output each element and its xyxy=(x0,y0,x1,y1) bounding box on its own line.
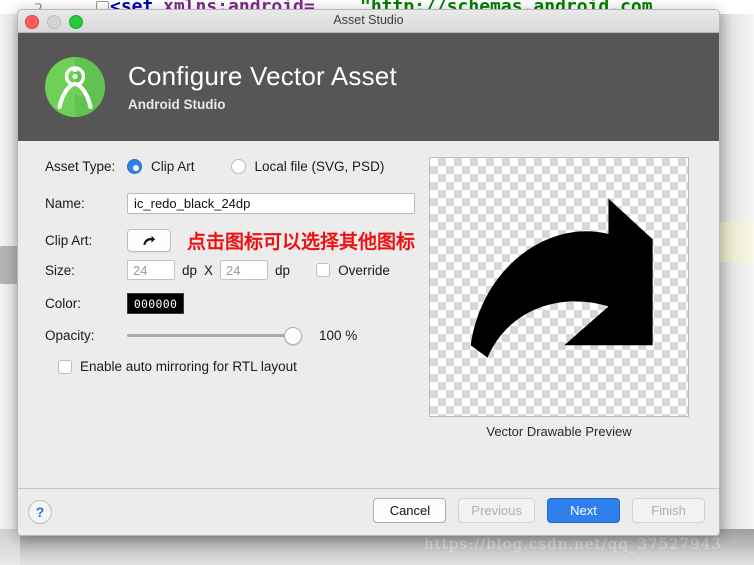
name-input[interactable] xyxy=(127,193,415,214)
editor-scrollbar-highlight xyxy=(718,222,754,262)
size-row: Size: dp X dp Override xyxy=(45,260,390,280)
dialog-header: Configure Vector Asset Android Studio xyxy=(18,33,719,141)
clip-art-row: Clip Art: 点击图标可以选择其他图标 xyxy=(45,227,415,254)
header-subtitle: Android Studio xyxy=(128,97,226,113)
rtl-mirroring-checkbox[interactable] xyxy=(58,359,72,374)
clip-art-button[interactable] xyxy=(127,229,171,252)
help-button[interactable]: ? xyxy=(28,500,52,524)
editor-scrollbar-thumb[interactable] xyxy=(0,246,18,284)
previous-button: Previous xyxy=(458,498,535,523)
opacity-value: 100 % xyxy=(319,327,358,343)
rtl-row: Enable auto mirroring for RTL layout xyxy=(58,359,297,374)
override-label[interactable]: Override xyxy=(338,263,390,278)
asset-studio-dialog: Asset Studio Configure Vector Asset Andr… xyxy=(17,9,720,536)
asset-type-label: Asset Type: xyxy=(45,159,116,174)
size-separator: X xyxy=(204,262,214,278)
opacity-slider[interactable] xyxy=(127,327,302,345)
asset-type-row: Asset Type: Clip Art Local file (SVG, PS… xyxy=(45,159,384,174)
finish-button: Finish xyxy=(632,498,705,523)
opacity-label: Opacity: xyxy=(45,327,95,343)
page-title: Configure Vector Asset xyxy=(128,60,397,91)
dialog-titlebar[interactable]: Asset Studio xyxy=(18,10,719,33)
window-title: Asset Studio xyxy=(333,13,404,27)
name-row: Name: xyxy=(45,193,415,214)
clip-art-label: Clip Art: xyxy=(45,233,93,248)
color-swatch-button[interactable]: 000000 xyxy=(127,293,184,314)
android-studio-logo xyxy=(44,56,106,118)
opacity-slider-thumb[interactable] xyxy=(284,327,302,345)
color-label: Color: xyxy=(45,296,82,311)
editor-right-scrollbar[interactable] xyxy=(718,14,754,565)
size-width-input[interactable] xyxy=(127,260,175,280)
opacity-row: Opacity: 100 % xyxy=(45,327,358,345)
name-label: Name: xyxy=(45,196,85,211)
radio-local-file[interactable] xyxy=(230,159,246,174)
size-width-unit: dp xyxy=(182,262,198,278)
size-height-unit: dp xyxy=(275,262,291,278)
size-height-input[interactable] xyxy=(220,260,269,280)
radio-clip-art[interactable] xyxy=(127,159,142,174)
annotation-text: 点击图标可以选择其他图标 xyxy=(187,231,416,253)
rtl-mirroring-label[interactable]: Enable auto mirroring for RTL layout xyxy=(80,359,297,374)
redo-arrow-icon xyxy=(470,198,653,358)
opacity-slider-track xyxy=(127,333,299,337)
size-label: Size: xyxy=(45,262,76,278)
cancel-button[interactable]: Cancel xyxy=(373,498,447,523)
watermark-text: https://blog.csdn.net/qq_37527943 xyxy=(424,535,722,553)
dialog-body: Asset Type: Clip Art Local file (SVG, PS… xyxy=(18,141,719,488)
color-row: Color: 000000 xyxy=(45,293,184,314)
redo-arrow-icon xyxy=(143,235,156,245)
vector-preview-panel xyxy=(429,157,689,417)
color-value-text: 000000 xyxy=(133,296,178,311)
next-button[interactable]: Next xyxy=(547,498,620,523)
dialog-button-group: Cancel Previous Next Finish xyxy=(373,498,705,523)
override-checkbox[interactable] xyxy=(316,263,331,277)
header-text-block: Configure Vector Asset Android Studio xyxy=(128,62,397,113)
dialog-footer: ? Cancel Previous Next Finish xyxy=(18,488,719,535)
preview-caption: Vector Drawable Preview xyxy=(486,424,632,439)
radio-local-file-label[interactable]: Local file (SVG, PSD) xyxy=(255,159,385,174)
radio-clip-art-label[interactable]: Clip Art xyxy=(151,159,195,174)
